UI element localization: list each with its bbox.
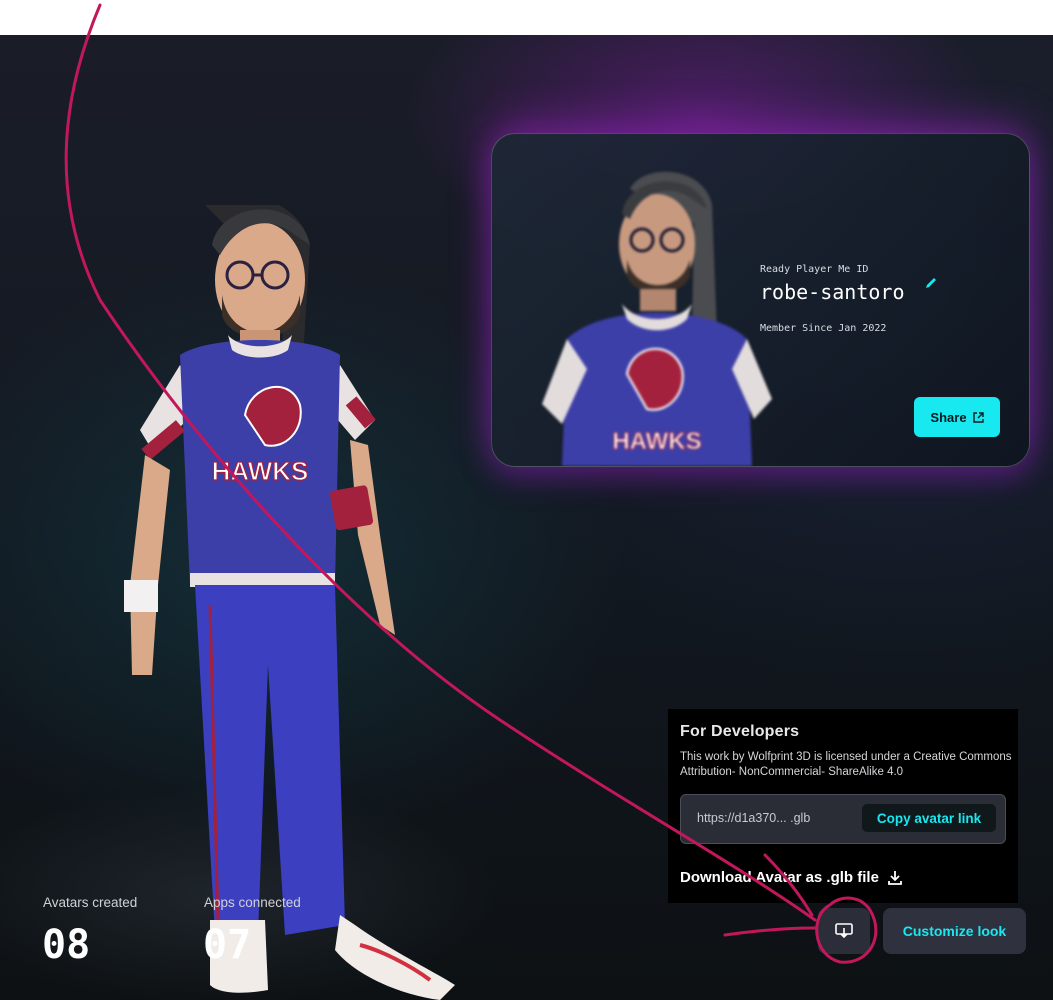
username: robe-santoro xyxy=(760,280,905,304)
pencil-icon[interactable] xyxy=(924,276,938,290)
copy-avatar-link-button[interactable]: Copy avatar link xyxy=(862,804,996,832)
developers-panel: For Developers This work by Wolfprint 3D… xyxy=(668,709,1018,903)
apps-connected-value: 07 xyxy=(203,922,252,968)
share-button[interactable]: Share xyxy=(914,397,1000,437)
download-icon xyxy=(888,870,902,885)
avatars-created-label: Avatars created xyxy=(43,895,138,910)
portrait-shirt-text: HAWKS xyxy=(612,428,701,455)
shirt-logo-text: HAWKS xyxy=(212,456,309,486)
customize-look-button[interactable]: Customize look xyxy=(883,908,1026,954)
download-label: Download Avatar as .glb file xyxy=(680,869,879,886)
save-avatar-button[interactable] xyxy=(818,908,870,954)
profile-card: HAWKS Ready Player Me ID robe-santoro Me… xyxy=(491,133,1030,467)
license-text: This work by Wolfprint 3D is licensed un… xyxy=(680,751,1012,778)
avatar-3d-figure[interactable]: HAWKS xyxy=(110,205,490,1000)
id-caption: Ready Player Me ID xyxy=(760,264,869,275)
apps-connected-label: Apps connected xyxy=(204,895,301,910)
avatars-created-value: 08 xyxy=(42,922,91,968)
avatar-link-field[interactable]: https://d1a370... .glb Copy avatar link xyxy=(680,794,1006,844)
member-since: Member Since Jan 2022 xyxy=(760,323,887,334)
developers-title: For Developers xyxy=(680,723,800,740)
avatar-portrait: HAWKS xyxy=(542,171,772,466)
download-glb-link[interactable]: Download Avatar as .glb file xyxy=(680,869,903,886)
external-link-icon xyxy=(972,411,984,423)
avatar-url: https://d1a370... .glb xyxy=(697,811,811,825)
share-label: Share xyxy=(930,409,967,425)
monitor-download-icon xyxy=(835,923,853,939)
